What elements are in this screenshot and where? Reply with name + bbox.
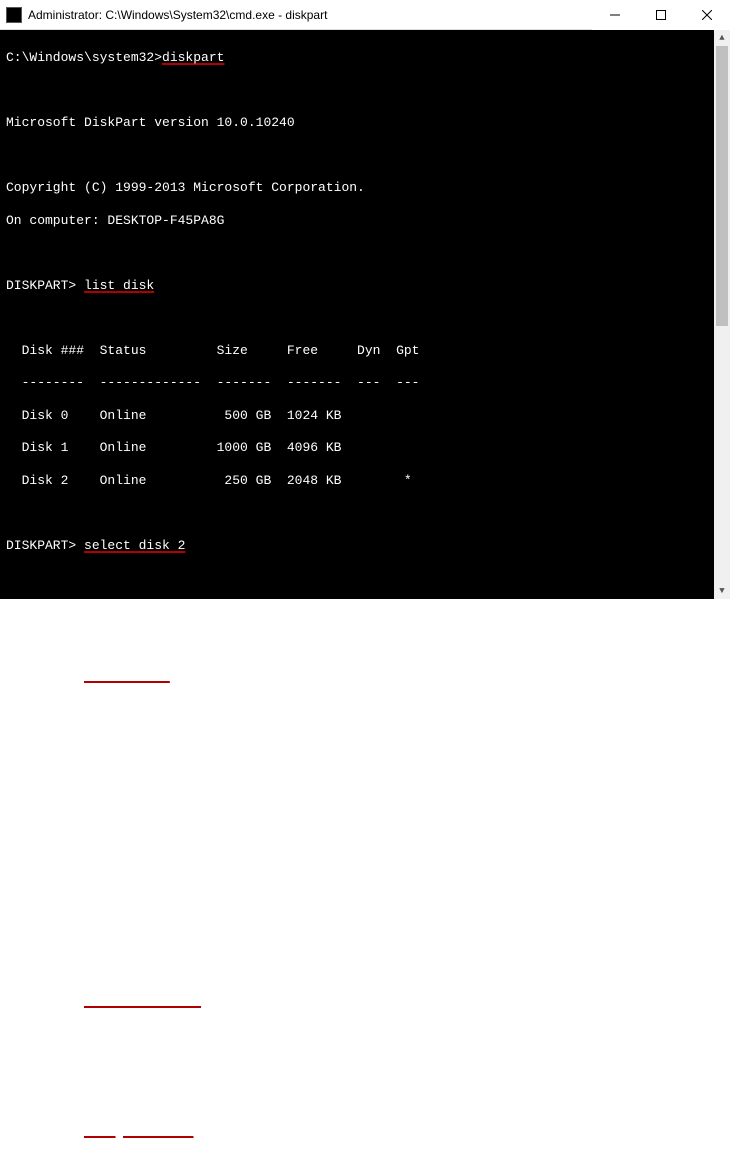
window-title: Administrator: C:\Windows\System32\cmd.e…	[28, 8, 327, 22]
minimize-button[interactable]	[592, 0, 638, 30]
scrollbar-up-button[interactable]: ▲	[714, 30, 730, 46]
titlebar: Administrator: C:\Windows\System32\cmd.e…	[0, 0, 730, 30]
cmd-list-volume: list volume	[84, 668, 170, 684]
vol-row: Volume 0 D DVD-ROM 0 B No Media	[6, 798, 724, 814]
cmd-select-disk: select disk 2	[84, 538, 185, 554]
scrollbar-down-button[interactable]: ▼	[714, 583, 730, 599]
diskpart-prompt: DISKPART>	[6, 993, 84, 1009]
disk-header: Disk ### Status Size Free Dyn Gpt	[6, 343, 724, 359]
disk-sep: -------- ------------- ------- ------- -…	[6, 375, 724, 391]
prompt-path: C:\Windows\system32>	[6, 50, 162, 66]
scrollbar-thumb[interactable]	[716, 46, 728, 326]
vol-row: Volume 4 NTFS Partition 249 GB Healthy	[6, 928, 724, 944]
maximize-button[interactable]	[638, 0, 684, 30]
cmd-list-disk: list disk	[84, 278, 154, 294]
close-button[interactable]	[684, 0, 730, 30]
cmd-icon	[6, 7, 22, 23]
cmd-diskpart: diskpart	[162, 50, 224, 66]
vol-row: Volume 2 H Recovery NTFS Partition 5999 …	[6, 863, 724, 879]
vol-sep: ---------- --- ----------- ----- -------…	[6, 765, 724, 781]
version-line: Microsoft DiskPart version 10.0.10240	[6, 115, 724, 131]
diskpart-prompt: DISKPART>	[6, 278, 84, 294]
diskpart-prompt: DISKPART>	[6, 1123, 84, 1139]
disk-row: Disk 1 Online 1000 GB 4096 KB	[6, 440, 724, 456]
vol-row: Volume 3 E NTFS Partition 999 GB Healthy	[6, 895, 724, 911]
select-disk-msg: Disk 2 is now the selected disk.	[6, 603, 724, 619]
vol-row: Volume 1 C NTFS Partition 494 GB Healthy…	[6, 830, 724, 846]
window-controls	[592, 0, 730, 30]
scrollbar[interactable]: ▲ ▼	[714, 30, 730, 599]
disk-row: Disk 2 Online 250 GB 2048 KB *	[6, 473, 724, 489]
cmd-assign-letter: assign letter=g	[84, 1123, 201, 1139]
terminal-output[interactable]: C:\Windows\system32>diskpart Microsoft D…	[0, 30, 730, 599]
disk-row: Disk 0 Online 500 GB 1024 KB	[6, 408, 724, 424]
vol-header: Volume ### Ltr Label Fs Type Size Status…	[6, 733, 724, 749]
titlebar-left: Administrator: C:\Windows\System32\cmd.e…	[6, 7, 327, 23]
computer-line: On computer: DESKTOP-F45PA8G	[6, 213, 724, 229]
cmd-select-volume: select volume 4	[84, 993, 201, 1009]
select-volume-msg: Volume 4 is the selected volume.	[6, 1058, 724, 1074]
copyright-line: Copyright (C) 1999-2013 Microsoft Corpor…	[6, 180, 724, 196]
diskpart-prompt: DISKPART>	[6, 538, 84, 554]
diskpart-prompt: DISKPART>	[6, 668, 84, 684]
